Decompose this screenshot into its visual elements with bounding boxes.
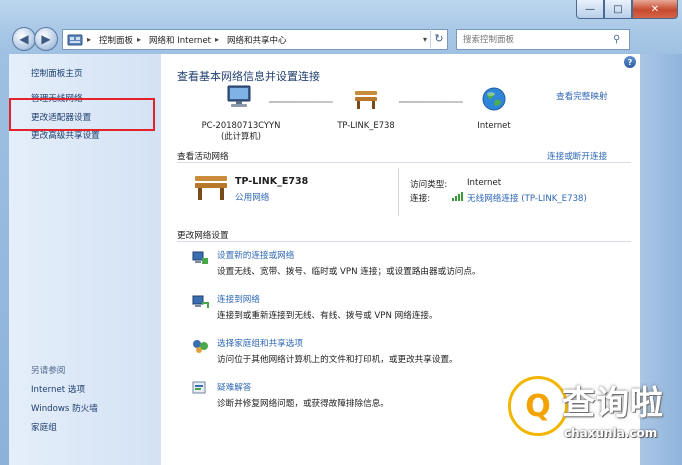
task-connect-network-link[interactable]: 连接到网络: [217, 293, 260, 305]
breadcrumb-separator-icon: ▸: [137, 35, 142, 44]
active-network-name: TP-LINK_E738: [235, 176, 309, 187]
sidebar-item-control-panel-home[interactable]: 控制面板主页: [31, 67, 83, 79]
minimize-icon: —: [585, 3, 595, 15]
forward-button[interactable]: ▶: [34, 27, 58, 51]
watermark-logo-icon: Q: [508, 376, 568, 436]
connection-line: [269, 101, 333, 103]
computer-name: PC-20180713CYYN: [201, 120, 281, 130]
address-dropdown-icon[interactable]: ▾: [423, 35, 427, 44]
breadcrumb-network-internet[interactable]: 网络和 Internet: [149, 34, 211, 46]
task-troubleshoot-link[interactable]: 疑难解答: [217, 381, 251, 393]
explorer-window: — □ ✕ ◀ ▶ ▸ 控制面板 ▸ 网络和 Internet ▸ 网络和共享中…: [0, 0, 682, 465]
left-task-pane: 控制面板主页 管理无线网络 更改适配器设置 更改高级共享设置 另请参阅 Inte…: [9, 54, 161, 465]
highlight-box: [9, 98, 155, 131]
refresh-icon: ↻: [434, 32, 444, 45]
wireless-connection-link[interactable]: 无线网络连接 (TP-LINK_E738): [467, 192, 587, 204]
task-setup-connection-link[interactable]: 设置新的连接或网络: [217, 249, 294, 261]
internet-node: Internet: [477, 120, 511, 130]
homegroup-icon: [193, 340, 208, 353]
section-divider: [177, 162, 631, 163]
vertical-divider: [398, 168, 399, 216]
change-settings-heading: 更改网络设置: [177, 231, 229, 241]
globe-icon: [482, 87, 506, 111]
network-type-link[interactable]: 公用网络: [235, 191, 269, 203]
task-setup-connection-desc: 设置无线、宽带、拨号、临时或 VPN 连接；或设置路由器或访问点。: [217, 267, 481, 277]
maximize-icon: □: [613, 3, 623, 15]
close-icon: ✕: [650, 3, 660, 15]
task-homegroup-link[interactable]: 选择家庭组和共享选项: [217, 337, 303, 349]
minimize-button[interactable]: —: [576, 0, 604, 19]
address-bar[interactable]: ▸ 控制面板 ▸ 网络和 Internet ▸ 网络和共享中心 ▾: [62, 29, 448, 50]
computer-node: PC-20180713CYYN (此计算机): [189, 120, 293, 142]
wifi-signal-icon: [452, 192, 463, 201]
watermark: Q 查询啦 chaxunla.com: [500, 370, 682, 465]
see-also-windows-firewall[interactable]: Windows 防火墙: [31, 402, 98, 414]
search-box[interactable]: ⚲: [456, 29, 630, 50]
breadcrumb-control-panel[interactable]: 控制面板: [99, 34, 133, 46]
watermark-text: 查询啦: [562, 383, 664, 422]
back-button[interactable]: ◀: [12, 27, 36, 51]
breadcrumb-separator-icon: ▸: [215, 35, 220, 44]
help-icon[interactable]: ?: [624, 56, 636, 68]
view-full-map-link[interactable]: 查看完整映射: [556, 90, 608, 102]
access-type-value: Internet: [467, 178, 502, 188]
navigation-bar: ◀ ▶ ▸ 控制面板 ▸ 网络和 Internet ▸ 网络和共享中心 ▾ ↻ …: [0, 24, 682, 54]
bench-network-icon: [355, 91, 377, 109]
maximize-button[interactable]: □: [604, 0, 632, 19]
connection-label: 连接:: [410, 194, 431, 204]
public-network-bench-icon: [195, 176, 227, 200]
task-homegroup-desc: 访问位于其他网络计算机上的文件和打印机，或更改共享设置。: [217, 355, 458, 365]
see-also-internet-options[interactable]: Internet 选项: [31, 383, 85, 395]
control-panel-icon: [67, 34, 83, 45]
task-troubleshoot-desc: 诊断并修复网络问题，或获得故障排除信息。: [217, 399, 389, 409]
watermark-url: chaxunla.com: [564, 426, 658, 440]
new-connection-icon: [192, 251, 208, 264]
computer-sub: (此计算机): [220, 131, 262, 141]
search-input[interactable]: [461, 33, 613, 46]
task-connect-network-desc: 连接到或重新连接到无线、有线、拨号或 VPN 网络连接。: [217, 311, 438, 321]
router-node: TP-LINK_E738: [337, 120, 395, 130]
access-type-label: 访问类型:: [410, 180, 448, 190]
section-divider: [177, 241, 631, 242]
search-icon[interactable]: ⚲: [613, 34, 620, 45]
see-also-heading: 另请参阅: [31, 366, 66, 376]
connection-line: [399, 101, 463, 103]
back-arrow-icon: ◀: [19, 32, 29, 46]
close-button[interactable]: ✕: [632, 0, 678, 19]
troubleshoot-icon: [192, 381, 206, 394]
connect-disconnect-link[interactable]: 连接或断开连接: [547, 150, 607, 162]
refresh-button[interactable]: ↻: [430, 29, 447, 48]
forward-arrow-icon: ▶: [41, 32, 51, 46]
active-networks-heading: 查看活动网络: [177, 152, 229, 162]
breadcrumb-separator-icon: ▸: [87, 35, 92, 44]
caption-buttons: — □ ✕: [576, 0, 678, 19]
see-also-homegroup[interactable]: 家庭组: [31, 421, 57, 433]
page-title: 查看基本网络信息并设置连接: [177, 70, 320, 83]
connect-network-icon: [192, 295, 209, 308]
breadcrumb-network-sharing-center[interactable]: 网络和共享中心: [227, 34, 287, 46]
computer-icon: [227, 85, 251, 107]
